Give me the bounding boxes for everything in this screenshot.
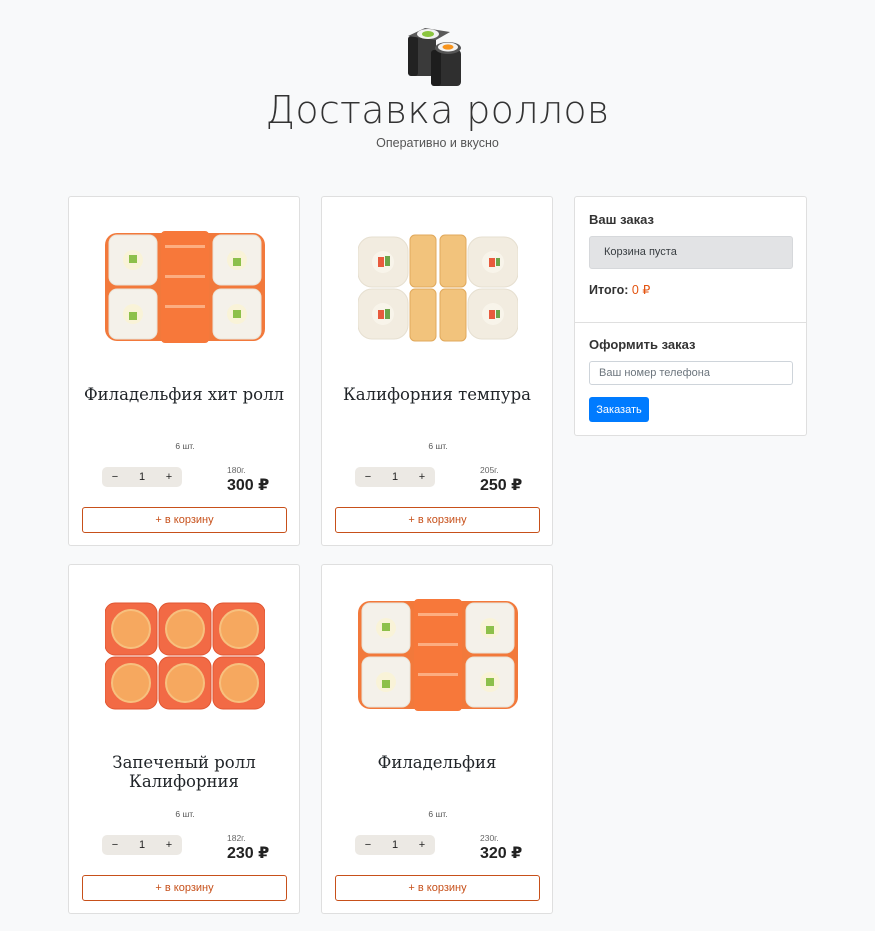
product-name: Калифорния темпура — [343, 385, 531, 404]
add-to-cart-button[interactable]: + в корзину — [335, 507, 540, 533]
baked-california-roll-image — [105, 602, 265, 710]
decrease-button[interactable]: − — [102, 839, 128, 851]
california-tempura-image — [358, 234, 518, 342]
quantity-stepper: − 1 + — [102, 835, 182, 855]
philadelphia-hit-roll-image — [105, 231, 265, 343]
checkout-title: Оформить заказ — [589, 337, 696, 352]
add-to-cart-button[interactable]: + в корзину — [335, 875, 540, 901]
total-value: 0 ₽ — [631, 283, 651, 297]
quantity-value: 1 — [138, 471, 146, 483]
increase-button[interactable]: + — [409, 471, 435, 483]
product-card: Филадельфия хит ролл 6 шт. − 1 + 180г. 3… — [68, 196, 300, 546]
order-total: Итого: 0 ₽ — [589, 282, 650, 297]
product-weight: 205г. — [480, 465, 499, 475]
quantity-value: 1 — [391, 471, 399, 483]
product-name: Филадельфия хит ролл — [83, 385, 285, 404]
increase-button[interactable]: + — [156, 839, 182, 851]
decrease-button[interactable]: − — [102, 471, 128, 483]
quantity-value: 1 — [138, 839, 146, 851]
order-title: Ваш заказ — [589, 212, 654, 227]
product-price: 300 ₽ — [227, 477, 270, 494]
product-weight: 182г. — [227, 833, 246, 843]
increase-button[interactable]: + — [409, 839, 435, 851]
phone-input[interactable] — [589, 361, 793, 385]
order-panel: Ваш заказ Корзина пуста Итого: 0 ₽ Оформ… — [574, 196, 807, 436]
divider — [575, 322, 806, 323]
product-pieces: 6 шт. — [175, 809, 195, 819]
decrease-button[interactable]: − — [355, 839, 381, 851]
page-subtitle: Оперативно и вкусно — [376, 136, 499, 150]
product-card: Запеченый ролл Калифорния 6 шт. − 1 + 18… — [68, 564, 300, 914]
product-price: 250 ₽ — [480, 477, 523, 494]
product-pieces: 6 шт. — [428, 441, 448, 451]
product-price: 230 ₽ — [227, 845, 270, 862]
increase-button[interactable]: + — [156, 471, 182, 483]
order-submit-button[interactable]: Заказать — [589, 397, 649, 422]
sushi-rolls-icon — [408, 28, 461, 86]
quantity-stepper: − 1 + — [355, 467, 435, 487]
product-card: Филадельфия 6 шт. − 1 + 230г. 320 ₽ + в … — [321, 564, 553, 914]
empty-cart-alert: Корзина пуста — [589, 236, 793, 269]
product-price: 320 ₽ — [480, 845, 523, 862]
quantity-stepper: − 1 + — [102, 467, 182, 487]
product-pieces: 6 шт. — [428, 809, 448, 819]
product-pieces: 6 шт. — [175, 441, 195, 451]
page-title: Доставка роллов — [265, 88, 610, 132]
add-to-cart-button[interactable]: + в корзину — [82, 875, 287, 901]
total-label: Итого: — [589, 283, 629, 297]
add-to-cart-button[interactable]: + в корзину — [82, 507, 287, 533]
product-name: Филадельфия — [377, 753, 497, 772]
product-weight: 230г. — [480, 833, 499, 843]
philadelphia-roll-image — [358, 599, 518, 711]
product-weight: 180г. — [227, 465, 246, 475]
decrease-button[interactable]: − — [355, 471, 381, 483]
product-card: Калифорния темпура 6 шт. − 1 + 205г. 250… — [321, 196, 553, 546]
quantity-value: 1 — [391, 839, 399, 851]
quantity-stepper: − 1 + — [355, 835, 435, 855]
product-name: Запеченый ролл Калифорния — [112, 753, 256, 791]
